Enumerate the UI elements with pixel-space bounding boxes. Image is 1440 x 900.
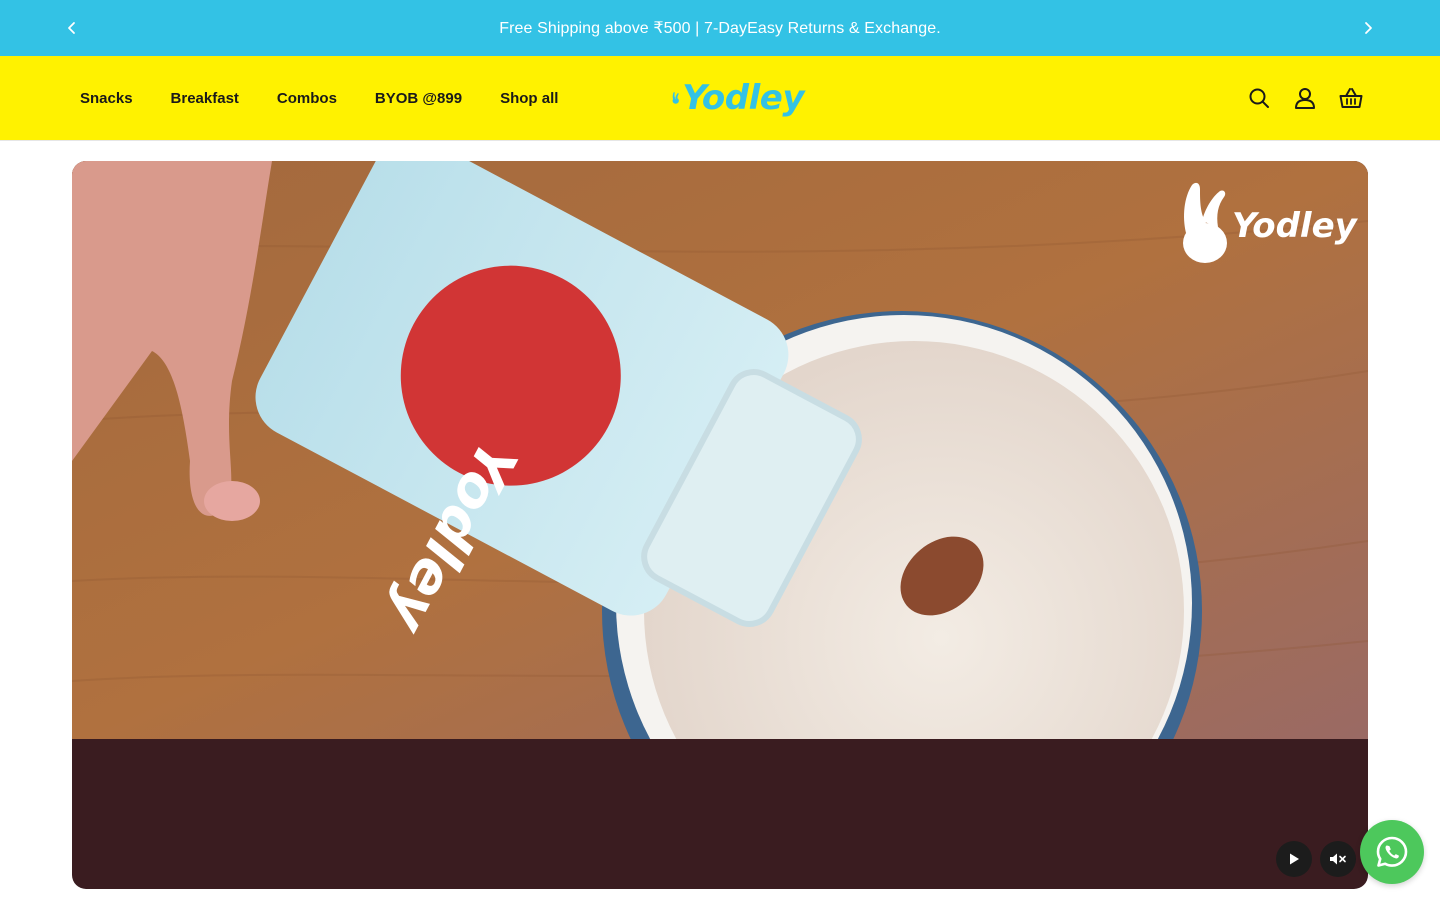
announcement-prev-button[interactable]: [60, 16, 84, 40]
video-controls: [1276, 841, 1356, 877]
site-logo[interactable]: Yodley: [672, 64, 804, 132]
nav-byob[interactable]: BYOB @899: [375, 90, 462, 107]
hero-video-frame: Yodley Yodley: [72, 161, 1368, 739]
whatsapp-chat-button[interactable]: [1360, 820, 1424, 884]
chevron-right-icon: [1365, 22, 1372, 34]
account-button[interactable]: [1292, 85, 1318, 111]
header-actions: [1246, 84, 1364, 112]
basket-icon: [1339, 88, 1363, 108]
logo-wordmark: Yodley: [682, 78, 804, 118]
nav-snacks[interactable]: Snacks: [80, 90, 133, 107]
announcement-next-button[interactable]: [1356, 16, 1380, 40]
whatsapp-icon: [1376, 836, 1408, 867]
account-icon: [1295, 88, 1315, 109]
logo-hand-icon: [672, 92, 679, 104]
announcement-text: Free Shipping above ₹500 | 7-DayEasy Ret…: [499, 20, 941, 37]
nav-breakfast[interactable]: Breakfast: [171, 90, 239, 107]
play-button[interactable]: [1276, 841, 1312, 877]
search-icon: [1249, 88, 1269, 108]
chevron-left-icon: [68, 22, 75, 34]
hero-watermark-text: Yodley: [1232, 206, 1359, 246]
main-nav: Snacks Breakfast Combos BYOB @899 Shop a…: [80, 56, 558, 141]
cart-button[interactable]: [1338, 85, 1364, 111]
search-button[interactable]: [1246, 85, 1272, 111]
announcement-bar: Free Shipping above ₹500 | 7-DayEasy Ret…: [0, 0, 1440, 56]
hero-video[interactable]: Yodley Yodley: [72, 161, 1368, 889]
nav-shop-all[interactable]: Shop all: [500, 90, 558, 107]
mute-icon: [1330, 853, 1346, 865]
play-icon: [1290, 853, 1299, 865]
site-header: Snacks Breakfast Combos BYOB @899 Shop a…: [0, 56, 1440, 141]
mute-button[interactable]: [1320, 841, 1356, 877]
nav-combos[interactable]: Combos: [277, 90, 337, 107]
